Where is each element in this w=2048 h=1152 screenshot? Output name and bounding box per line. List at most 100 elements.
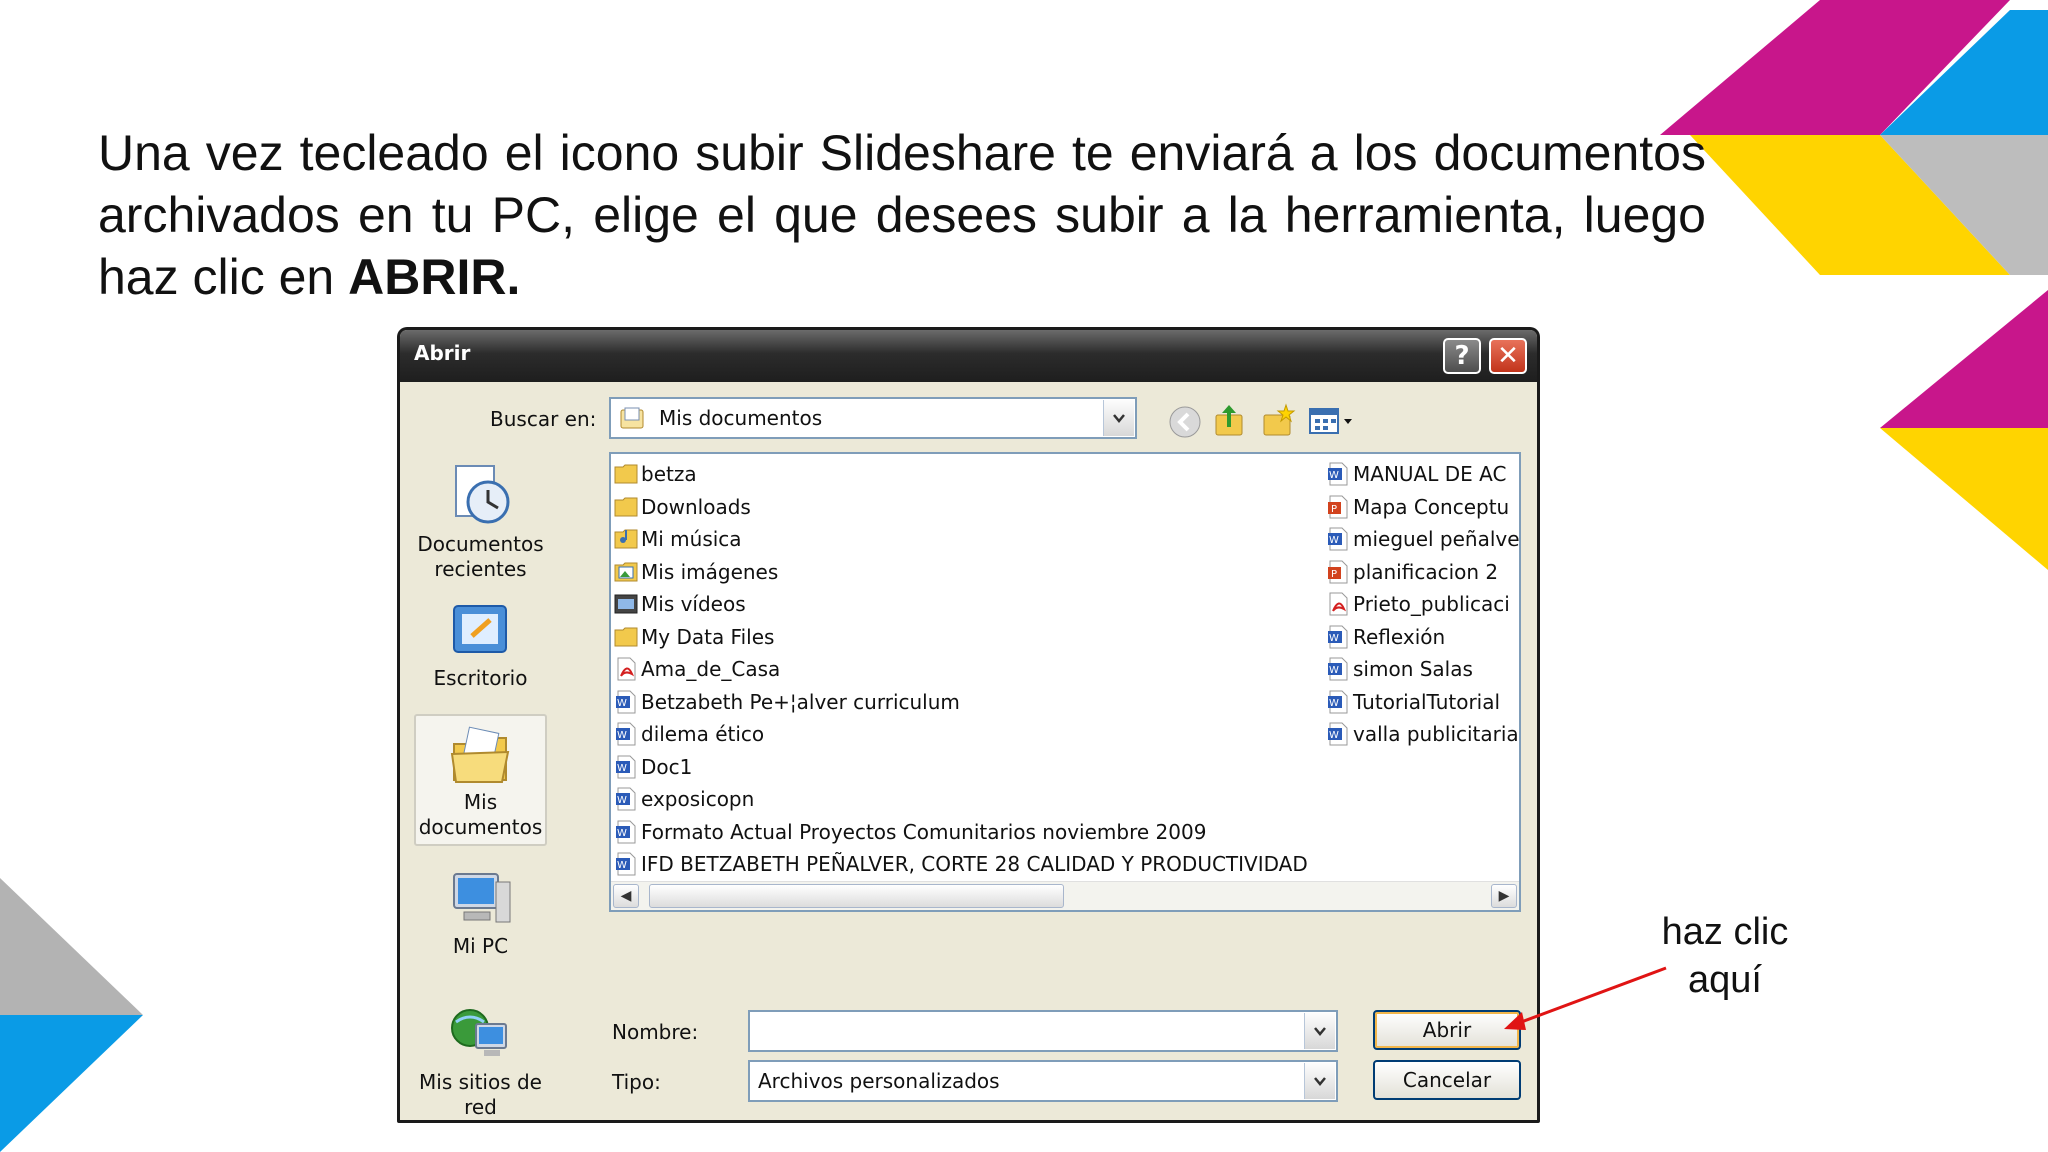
word-file-icon: W [616,755,636,778]
file-item[interactable]: W MANUAL DE AC [1325,458,1519,490]
chevron-down-icon[interactable] [1304,1063,1335,1099]
view-menu-icon[interactable] [1308,405,1356,437]
file-item[interactable]: Wsimon Salas [1325,653,1519,685]
cancel-button[interactable]: Cancelar [1373,1060,1521,1100]
file-item[interactable]: Wexposicopn [613,783,754,815]
file-item[interactable]: betza [613,458,697,490]
blue-shape-bottom [0,1015,143,1152]
file-name: Reflexión [1353,624,1446,649]
place-my-computer[interactable]: Mi PC [414,868,547,959]
file-item[interactable]: W Reflexión [1325,621,1519,653]
filename-label: Nombre: [612,1020,699,1044]
svg-text:W: W [617,698,627,709]
scroll-left-icon[interactable]: ◀ [613,884,639,908]
file-name: My Data Files [641,624,775,649]
chevron-down-icon[interactable] [1103,400,1134,436]
svg-text:P: P [1331,569,1337,580]
dialog-title: Abrir [414,341,471,365]
svg-text:W: W [1329,633,1339,644]
place-network[interactable]: Mis sitios de red [414,1004,547,1120]
file-name: Formato Actual Proyectos Comunitarios no… [641,819,1207,844]
file-item[interactable]: Wvalla publicitaria [1325,718,1519,750]
horizontal-scrollbar[interactable]: ◀ ▶ [611,881,1519,910]
new-folder-icon[interactable] [1260,403,1296,439]
file-item[interactable]: Prieto_publicaci [1325,588,1519,620]
up-folder-icon[interactable] [1212,403,1248,439]
word-file-icon: W [616,690,636,713]
file-item[interactable]: W TutorialTutorial [1325,686,1519,718]
file-item[interactable]: P Mapa Conceptu [1325,491,1519,523]
file-name: IFD BETZABETH PEÑALVER, CORTE 28 CALIDAD… [641,852,1308,876]
file-name: Prieto_publicaci [1353,592,1510,616]
file-item[interactable]: W IFD BETZABETH PEÑALVER, CORTE 28 CALIDA… [613,848,1308,880]
file-item[interactable]: Ama_de_Casa [613,653,780,685]
svg-text:W: W [1329,535,1339,546]
music-folder-icon [614,529,638,549]
open-button[interactable]: Abrir [1373,1010,1521,1050]
file-name: simon Salas [1353,657,1473,681]
file-item[interactable]: W Doc1 [613,751,692,783]
powerpoint-file-icon: P [1328,495,1348,518]
scrollbar-thumb[interactable] [649,884,1064,908]
help-button[interactable]: ? [1443,338,1481,374]
close-button[interactable]: ✕ [1489,338,1527,374]
yellow-shape-right [1880,428,2048,570]
filename-input[interactable] [748,1010,1338,1052]
scroll-right-icon[interactable]: ▶ [1491,884,1517,908]
svg-text:W: W [1329,698,1339,709]
file-item[interactable]: Mi música [613,523,742,555]
word-file-icon: W [1328,462,1348,486]
word-file-icon: W [616,852,636,876]
my-documents-small-icon [620,407,644,429]
svg-text:W: W [1329,665,1339,676]
file-name: mieguel peñalve [1353,527,1520,551]
file-name: Doc1 [641,754,693,779]
file-name: Mis vídeos [641,592,746,616]
file-name: betza [641,462,697,486]
file-item[interactable]: Mis imágenes [613,556,778,588]
file-list[interactable]: betza Downloads Mi música Mis imágenes Mis v… [609,452,1521,912]
chevron-down-icon[interactable] [1304,1013,1335,1049]
file-item[interactable]: Mis vídeos [613,588,746,620]
instruction-bold: ABRIR. [348,249,521,305]
file-name: MANUAL DE AC [1353,462,1507,486]
recent-documents-icon [454,465,509,524]
filetype-value: Archivos personalizados [758,1069,1000,1093]
gray-shape-bottom [0,878,143,1015]
lookin-dropdown[interactable]: Mis documentos [609,397,1137,439]
open-file-dialog: Abrir ? ✕ Buscar en: Mis documentos Docu… [397,327,1540,1123]
file-item[interactable]: My Data Files [613,621,774,653]
click-here-note: haz clic aquí [1640,908,1810,1004]
file-item[interactable]: W Formato Actual Proyectos Comunitarios n… [613,816,1206,848]
filetype-dropdown[interactable]: Archivos personalizados [748,1060,1338,1102]
place-label-recent: Documentos recientes [417,532,544,581]
word-file-icon: W [616,820,636,843]
note-line-1: haz clic [1661,911,1789,953]
word-file-icon: W [1328,657,1348,681]
file-item[interactable]: Wdilema ético [613,718,764,750]
file-name: Betzabeth Pe+¦alver curriculum [641,689,960,714]
lookin-label: Buscar en: [490,407,597,431]
svg-text:W: W [617,763,627,774]
file-item[interactable]: W Betzabeth Pe+¦alver curriculum [613,686,960,718]
file-name: Ama_de_Casa [641,657,781,681]
place-my-documents[interactable]: Mis documentos [414,714,547,846]
file-item[interactable]: Downloads [613,491,751,523]
back-icon[interactable] [1168,405,1202,439]
file-name: TutorialTutorial [1353,689,1501,714]
dialog-titlebar[interactable]: Abrir ? ✕ [400,330,1537,382]
place-desktop[interactable]: Escritorio [414,600,547,691]
word-file-icon: W [1328,690,1348,713]
file-item[interactable]: Wmieguel peñalve [1325,523,1520,555]
file-item[interactable]: Pplanificacion 2 [1325,556,1519,588]
svg-text:P: P [1331,504,1337,515]
file-name: Mis imágenes [641,559,779,584]
file-name: planificacion 2 [1353,559,1499,584]
svg-text:W: W [617,860,627,871]
magenta-shape-right [1880,290,2048,428]
instruction-text: Una vez tecleado el icono subir Slidesha… [98,125,1706,305]
place-recent-documents[interactable]: Documentos recientes [414,462,547,582]
place-label-network: Mis sitios de red [419,1070,542,1119]
network-places-icon [450,1009,507,1056]
place-label-my-computer: Mi PC [452,934,509,958]
